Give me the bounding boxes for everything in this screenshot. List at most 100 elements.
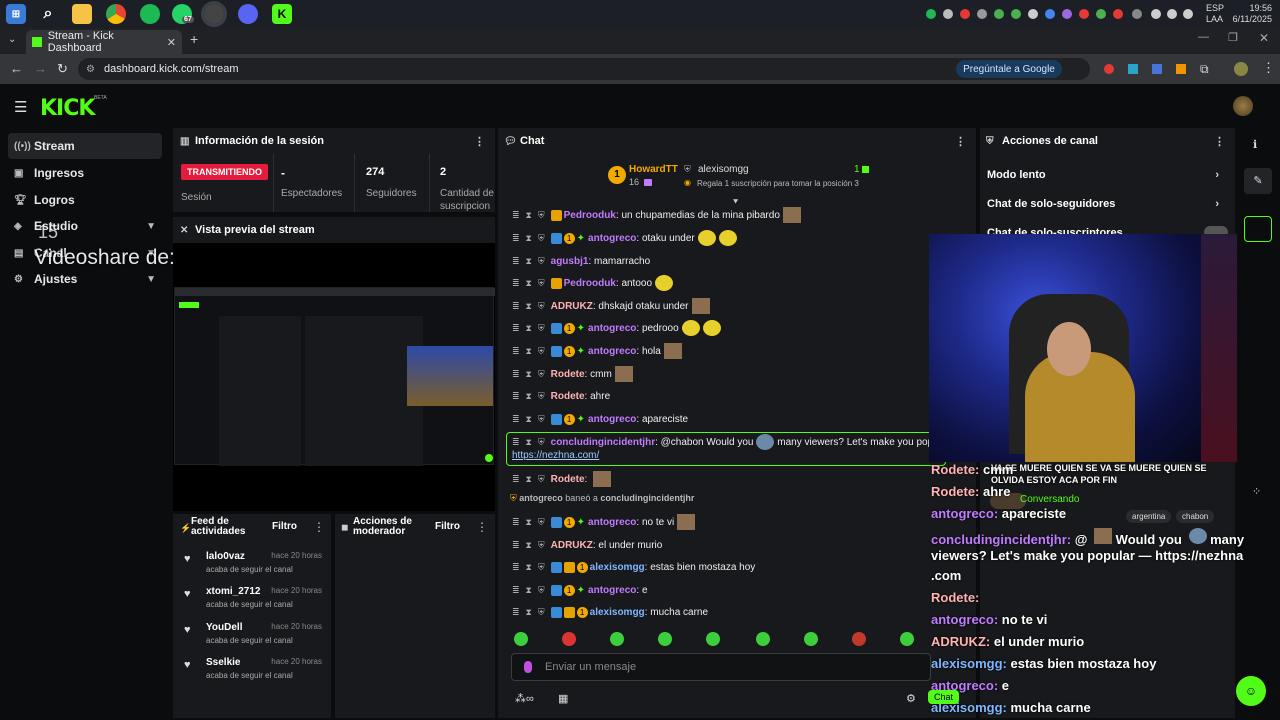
ban-shield-icon[interactable]: ⛨	[538, 585, 545, 596]
clock[interactable]: 19:56 6/11/2025	[1233, 3, 1272, 25]
ban-shield-icon[interactable]: ⛨	[538, 210, 545, 221]
user-avatar[interactable]	[1233, 96, 1253, 116]
chat-username[interactable]: agusbj1	[551, 256, 589, 267]
pin-icon[interactable]: ≣	[512, 391, 520, 402]
emote-9-icon[interactable]	[900, 632, 914, 646]
pin-icon[interactable]: ≣	[512, 607, 520, 618]
pin-icon[interactable]: ≣	[512, 256, 520, 267]
emote-4-icon[interactable]	[658, 632, 672, 646]
pin-icon[interactable]: ≣	[512, 278, 520, 289]
chat-username[interactable]: alexisomgg	[590, 562, 645, 573]
feed-more-icon[interactable]: ⋮	[313, 520, 325, 534]
overlay-chat-button[interactable]: Chat	[928, 690, 960, 704]
ban-shield-icon[interactable]: ⛨	[538, 607, 545, 618]
feed-item-name[interactable]: xtomi_2712	[206, 586, 260, 597]
chat-input[interactable]: Enviar un mensaje	[511, 653, 931, 681]
ban-shield-icon[interactable]: ⛨	[538, 474, 545, 485]
obs-icon[interactable]	[201, 1, 227, 27]
volume-icon[interactable]	[1167, 9, 1177, 19]
spotify-icon[interactable]	[140, 4, 160, 24]
pin-icon[interactable]: ≣	[512, 562, 520, 573]
site-info-icon[interactable]: ⚙	[86, 64, 95, 75]
maximize-button[interactable]: ❐	[1228, 31, 1238, 44]
emote-8-icon[interactable]	[852, 632, 866, 646]
emote-6-icon[interactable]	[756, 632, 770, 646]
timeout-icon[interactable]: ⧗	[526, 562, 532, 573]
pin-icon[interactable]: ≣	[512, 210, 520, 221]
pin-icon[interactable]: ≣	[512, 346, 520, 357]
ban-shield-icon[interactable]: ⛨	[538, 517, 545, 528]
tray-app3-icon[interactable]	[1028, 9, 1038, 19]
pin-icon[interactable]: ≣	[512, 585, 520, 596]
tray-app9-icon[interactable]	[1132, 9, 1142, 19]
chat-username[interactable]: ADRUKZ	[551, 301, 593, 312]
profile-avatar[interactable]	[1234, 62, 1248, 76]
followers-only-action[interactable]: Chat de solo-seguidores ›	[987, 190, 1227, 218]
emote-2-icon[interactable]	[562, 632, 576, 646]
timeout-icon[interactable]: ⧗	[526, 391, 532, 402]
chat-username[interactable]: Rodete	[551, 474, 585, 485]
reload-icon[interactable]: ↻	[57, 61, 68, 77]
emote-3-icon[interactable]	[610, 632, 624, 646]
timeout-icon[interactable]: ⧗	[526, 517, 532, 528]
ask-google-button[interactable]: Pregúntale a Google	[956, 60, 1062, 78]
pin-icon[interactable]: ≣	[512, 301, 520, 312]
tray-app5-icon[interactable]	[1062, 9, 1072, 19]
pin-icon[interactable]: ≣	[512, 540, 520, 551]
discord-icon[interactable]	[238, 4, 258, 24]
browser-tab[interactable]: Stream - Kick Dashboard ✕	[26, 30, 182, 54]
ban-shield-icon[interactable]: ⛨	[538, 278, 545, 289]
timeout-icon[interactable]: ⧗	[526, 540, 532, 551]
message-link[interactable]: https://nezhna.com/	[512, 450, 599, 461]
sidebar-item-logros[interactable]: 🏆︎ Logros	[8, 187, 162, 213]
timeout-icon[interactable]: ⧗	[526, 585, 532, 596]
chat-username[interactable]: antogreco	[588, 323, 636, 334]
ban-shield-icon[interactable]: ⛨	[538, 540, 545, 551]
timeout-icon[interactable]: ⧗	[526, 346, 532, 357]
emote-5-icon[interactable]	[706, 632, 720, 646]
sidebar-item-estudio[interactable]: ◈ Estudio ▼	[8, 213, 162, 239]
actions-more-icon[interactable]: ⋮	[1214, 135, 1225, 148]
address-bar[interactable]: ⚙ dashboard.kick.com/stream	[78, 58, 1090, 80]
tray-app7-icon[interactable]	[1096, 9, 1106, 19]
timeout-icon[interactable]: ⧗	[526, 369, 532, 380]
chat-username[interactable]: Pedrooduk	[564, 210, 616, 221]
tray-bluetooth-icon[interactable]	[977, 9, 987, 19]
search-icon[interactable]: ⌕	[38, 4, 58, 24]
close-tab-icon[interactable]: ✕	[167, 36, 176, 49]
timeout-icon[interactable]: ⧗	[526, 414, 532, 425]
ban-shield-icon[interactable]: ⛨	[538, 346, 545, 357]
new-tab-button[interactable]: +	[190, 31, 198, 47]
sidebar-item-stream[interactable]: ((•)) Stream	[8, 133, 162, 159]
mod-filter-button[interactable]: Filtro	[435, 521, 460, 532]
chat-username[interactable]: antogreco	[588, 517, 636, 528]
forward-icon[interactable]: →	[34, 61, 47, 76]
ban-shield-icon[interactable]: ⛨	[538, 414, 545, 425]
chat-username[interactable]: ADRUKZ	[551, 540, 593, 551]
whatsapp-icon[interactable]: 67	[172, 4, 194, 24]
chat-username[interactable]: antogreco	[588, 585, 636, 596]
chat-username[interactable]: Pedrooduk	[564, 278, 616, 289]
feed-filter-button[interactable]: Filtro	[272, 521, 297, 532]
emote-1-icon[interactable]	[514, 632, 528, 646]
chrome-icon[interactable]	[106, 4, 126, 24]
windows-logo-icon[interactable]: ⊞	[6, 4, 26, 24]
chat-more-icon[interactable]: ⋮	[955, 135, 966, 148]
file-explorer-icon[interactable]	[72, 4, 92, 24]
stream-preview-video[interactable]	[173, 243, 495, 511]
tray-nvidia-icon[interactable]	[994, 9, 1004, 19]
edit-icon[interactable]: ✎	[1244, 168, 1272, 194]
hamburger-menu-icon[interactable]: ☰	[14, 98, 27, 116]
pin-icon[interactable]: ≣	[512, 233, 520, 244]
ban-target[interactable]: concludingincidentjhr	[600, 493, 694, 503]
ban-shield-icon[interactable]: ⛨	[538, 256, 545, 267]
rail-tool-icon[interactable]: ⁘	[1252, 485, 1261, 498]
tab-search-icon[interactable]: ⌄	[8, 34, 16, 45]
tray-app-icon[interactable]	[960, 9, 970, 19]
ban-shield-icon[interactable]: ⛨	[538, 562, 545, 573]
ban-shield-icon[interactable]: ⛨	[538, 369, 545, 380]
kick-logo[interactable]: KICK	[40, 96, 95, 121]
timeout-icon[interactable]: ⧗	[526, 278, 532, 289]
emote-7-icon[interactable]	[804, 632, 818, 646]
tray-app6-icon[interactable]	[1079, 9, 1089, 19]
